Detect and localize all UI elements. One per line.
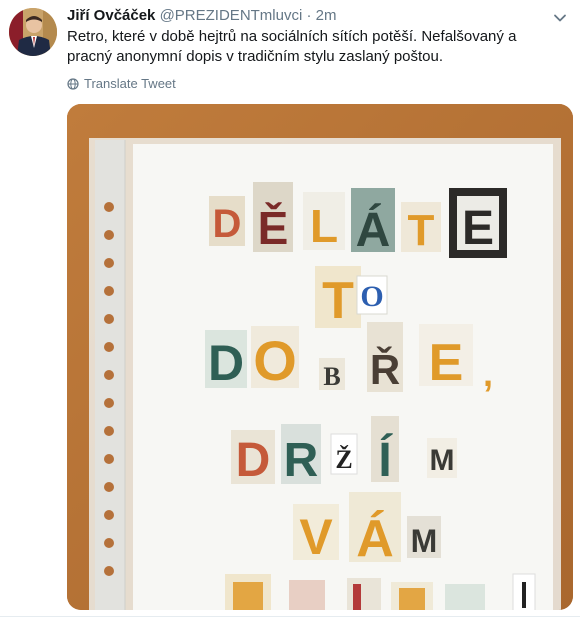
- letter-l: L: [310, 200, 338, 252]
- globe-icon: [67, 78, 79, 90]
- letter-a-acute: Á: [356, 203, 391, 257]
- letter-r-caron: Ř: [370, 345, 400, 393]
- letter-o2: O: [253, 329, 297, 392]
- translate-tweet-link[interactable]: Translate Tweet: [67, 76, 176, 92]
- letter-b: B: [323, 362, 340, 391]
- letter-v: V: [299, 509, 333, 565]
- letter-e1: E: [462, 202, 494, 255]
- separator-dot: ·: [306, 7, 312, 24]
- tweet-text: Retro, které v době hejtrů na sociálních…: [67, 28, 517, 65]
- letter-d1: D: [213, 202, 242, 246]
- letter-o1: O: [360, 280, 383, 313]
- letter-d3: D: [236, 434, 271, 487]
- translate-label: Translate Tweet: [84, 76, 176, 91]
- photo-image: D Ě L Á T E T O D O B Ř E , D R Ž Í M V …: [67, 104, 573, 610]
- chevron-down-icon[interactable]: [553, 11, 567, 25]
- avatar[interactable]: [9, 8, 57, 56]
- avatar-image: [9, 8, 57, 56]
- tweet-timestamp[interactable]: 2m: [316, 7, 337, 24]
- author-name[interactable]: Jiří Ovčáček: [67, 7, 155, 24]
- tweet-photo[interactable]: D Ě L Á T E T O D O B Ř E , D R Ž Í M V …: [67, 104, 573, 610]
- author-handle[interactable]: @PREZIDENTmluvci: [160, 7, 303, 24]
- letter-z-caron: Ž: [335, 445, 352, 474]
- letter-comma: ,: [483, 353, 493, 394]
- letter-i-acute: Í: [378, 433, 393, 487]
- letter-m2: M: [411, 523, 438, 559]
- letter-e-caron: Ě: [258, 202, 289, 254]
- tweet-header: Jiří Ovčáček @PREZIDENTmluvci · 2m: [67, 6, 337, 26]
- letter-a-acute-2: Á: [356, 510, 394, 568]
- letter-d2: D: [208, 335, 244, 391]
- letter-r: R: [284, 434, 319, 487]
- letter-m1: M: [430, 444, 455, 477]
- letter-t1: T: [408, 206, 435, 255]
- letter-t2: T: [322, 272, 354, 330]
- letter-e2: E: [429, 334, 464, 392]
